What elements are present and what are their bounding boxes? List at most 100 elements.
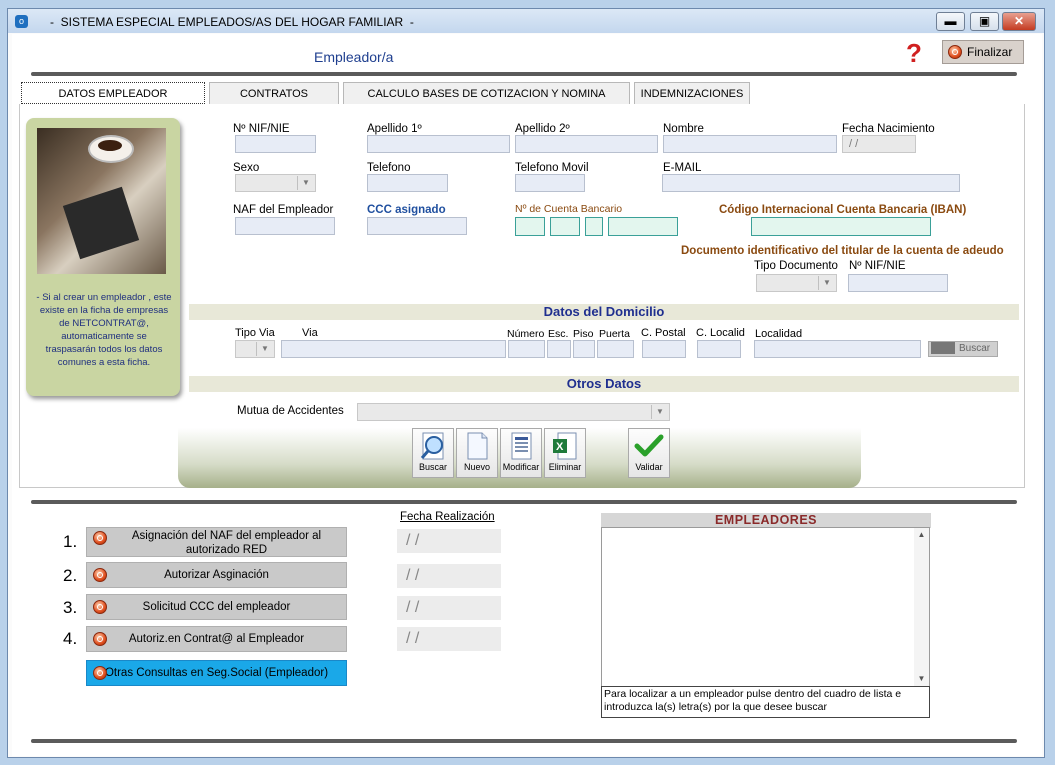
tab-contratos[interactable]: CONTRATOS — [209, 82, 339, 104]
checkmark-icon — [634, 434, 664, 457]
maximize-button[interactable]: ▣ — [970, 12, 999, 31]
step-label: Autoriz.en Contrat@ al Empleador — [128, 633, 305, 645]
empleadores-header: EMPLEADORES — [601, 513, 931, 528]
cuenta-dc-input[interactable] — [585, 217, 603, 236]
chevron-down-icon: ▼ — [297, 176, 314, 190]
scroll-up-icon[interactable]: ▲ — [914, 528, 929, 542]
buscar-localidad-button[interactable]: Buscar — [928, 341, 998, 357]
coffee-image — [98, 140, 122, 151]
via-input[interactable] — [281, 340, 506, 358]
buscar-localidad-label: Buscar — [959, 343, 991, 354]
validar-button[interactable]: Validar — [628, 428, 670, 478]
step-date: / / — [397, 627, 501, 651]
sexo-select[interactable]: ▼ — [235, 174, 316, 192]
nuevo-button[interactable]: Nuevo — [456, 428, 498, 478]
step-autorizar-asignacion-button[interactable]: Autorizar Asginación — [86, 562, 347, 588]
new-document-icon — [467, 432, 488, 460]
localidad-input[interactable] — [754, 340, 921, 358]
cuenta-entidad-input[interactable] — [515, 217, 545, 236]
apellido1-input[interactable] — [367, 135, 510, 153]
nif-label: Nº NIF/NIE — [233, 123, 290, 135]
tipo-documento-select[interactable]: ▼ — [756, 274, 837, 292]
apellido2-input[interactable] — [515, 135, 658, 153]
ccc-label: CCC asignado — [367, 204, 446, 216]
chevron-down-icon: ▼ — [651, 405, 668, 419]
apellido1-label: Apellido 1º — [367, 123, 422, 135]
ccc-input[interactable] — [367, 217, 467, 235]
scroll-down-icon[interactable]: ▼ — [914, 672, 929, 686]
buscar-label: Buscar — [418, 462, 447, 472]
eliminar-button[interactable]: X Eliminar — [544, 428, 586, 478]
step-label: Solicitud CCC del empleador — [142, 601, 291, 613]
numero-input[interactable] — [508, 340, 545, 358]
telefono-input[interactable] — [367, 174, 448, 192]
step-number: 3. — [63, 598, 78, 617]
tipo-documento-label: Tipo Documento — [754, 260, 838, 272]
power-icon — [93, 531, 107, 545]
doc-titular-label: Documento identificativo del titular de … — [681, 245, 1004, 257]
eliminar-label: Eliminar — [548, 462, 582, 472]
svg-text:X: X — [556, 441, 564, 453]
step-number: 1. — [63, 532, 78, 551]
step-label: Asignación del NAF del empleador al auto… — [131, 530, 322, 556]
minimize-button[interactable]: ▬ — [936, 12, 965, 31]
telefono-label: Telefono — [367, 162, 411, 174]
codigo-postal-input[interactable] — [642, 340, 686, 358]
titular-nif-input[interactable] — [848, 274, 948, 292]
list-scrollbar[interactable]: ▲ ▼ — [914, 528, 929, 686]
search-icon — [931, 342, 955, 355]
codigo-postal-label: C. Postal — [641, 327, 686, 339]
tab-datos-empleador[interactable]: DATOS EMPLEADOR — [21, 82, 205, 104]
sexo-label: Sexo — [233, 162, 260, 174]
step-label: Autorizar Asginación — [164, 569, 269, 581]
empleadores-hint: Para localizar a un empleador pulse dent… — [601, 686, 930, 718]
email-label: E-MAIL — [663, 162, 702, 174]
tab-indemnizaciones[interactable]: INDEMNIZACIONES — [634, 82, 750, 104]
esc-input[interactable] — [547, 340, 571, 358]
power-icon — [93, 632, 107, 646]
excel-delete-icon: X — [553, 432, 577, 460]
modificar-button[interactable]: Modificar — [500, 428, 542, 478]
cuenta-bancaria-label: Nº de Cuenta Bancario — [515, 203, 623, 215]
piso-input[interactable] — [573, 340, 595, 358]
tipo-via-label: Tipo Via — [235, 327, 275, 339]
power-icon — [948, 45, 962, 59]
step-asignacion-naf-button[interactable]: Asignación del NAF del empleador al auto… — [86, 527, 347, 557]
footer-divider — [31, 739, 1017, 743]
edit-document-icon — [511, 432, 532, 460]
empleadores-list[interactable] — [601, 527, 930, 687]
cuenta-numero-input[interactable] — [608, 217, 678, 236]
naf-label: NAF del Empleador — [233, 204, 334, 216]
puerta-input[interactable] — [597, 340, 634, 358]
close-button[interactable]: ✕ — [1002, 12, 1036, 31]
fecha-nacimiento-input[interactable]: / / — [842, 135, 916, 153]
fecha-nacimiento-label: Fecha Nacimiento — [842, 123, 935, 135]
telefono-movil-input[interactable] — [515, 174, 585, 192]
email-input[interactable] — [662, 174, 960, 192]
via-label: Via — [302, 327, 318, 339]
mutua-select[interactable]: ▼ — [357, 403, 670, 421]
validar-label: Validar — [635, 462, 663, 472]
codigo-localidad-input[interactable] — [697, 340, 741, 358]
nombre-input[interactable] — [663, 135, 837, 153]
nif-input[interactable] — [235, 135, 316, 153]
step-solicitud-ccc-button[interactable]: Solicitud CCC del empleador — [86, 594, 347, 620]
mutua-label: Mutua de Accidentes — [237, 405, 344, 417]
iban-label: Código Internacional Cuenta Bancaria (IB… — [719, 204, 967, 216]
apellido2-label: Apellido 2º — [515, 123, 570, 135]
iban-input[interactable] — [751, 217, 931, 236]
step-number: 4. — [63, 629, 78, 648]
tipo-via-select[interactable]: ▼ — [235, 340, 275, 358]
finalizar-button[interactable]: Finalizar — [942, 40, 1024, 64]
naf-input[interactable] — [235, 217, 335, 235]
telefono-movil-label: Telefono Movil — [515, 162, 589, 174]
help-icon[interactable]: ? — [900, 39, 928, 69]
tab-calculo-bases[interactable]: CALCULO BASES DE COTIZACION Y NOMINA — [343, 82, 630, 104]
step-autoriz-contrat-button[interactable]: Autoriz.en Contrat@ al Empleador — [86, 626, 347, 652]
nuevo-label: Nuevo — [463, 462, 490, 472]
buscar-button[interactable]: Buscar — [412, 428, 454, 478]
section-divider — [31, 500, 1017, 504]
otras-consultas-button[interactable]: Otras Consultas en Seg.Social (Empleador… — [86, 660, 347, 686]
cuenta-oficina-input[interactable] — [550, 217, 580, 236]
nombre-label: Nombre — [663, 123, 704, 135]
